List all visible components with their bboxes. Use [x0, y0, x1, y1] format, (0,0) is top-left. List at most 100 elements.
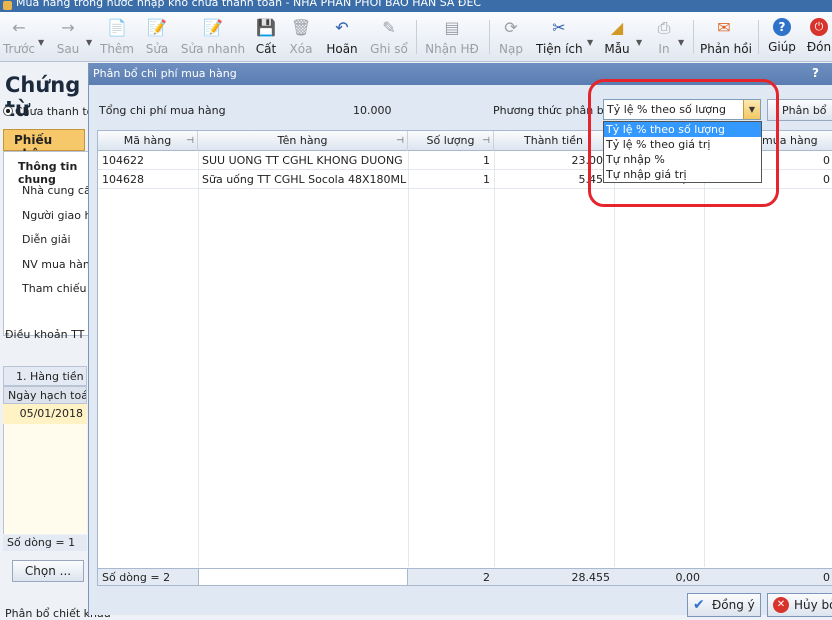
cell-amount[interactable]: 5.455 [494, 170, 614, 189]
allocation-grid: Mã hàng ⊣ Tên hàng ⊣ Số lượng ⊣ Thành tiền … [97, 130, 832, 586]
column-header-item-code[interactable]: Mã hàng ⊣ [98, 131, 198, 151]
cancel-icon: ✕ [773, 597, 789, 613]
chevron-down-icon[interactable]: ▼ [743, 100, 760, 119]
cell-item-name[interactable]: SUU UONG TT CGHL KHONG DUONG [198, 151, 408, 170]
general-info-title: Thông tin chung [18, 160, 78, 186]
radio-selected-icon [3, 106, 13, 116]
invoice-icon: ▤ [444, 18, 460, 37]
cell-quantity[interactable]: 1 [408, 151, 494, 170]
app-icon [3, 1, 12, 10]
close-form-button[interactable]: ⏻ Đón [806, 14, 832, 60]
undo-icon: ↶ [335, 18, 349, 37]
reload-icon: ⟳ [504, 18, 518, 37]
power-icon: ⏻ [810, 18, 828, 36]
template-button[interactable]: ◢ Mẫu [602, 14, 632, 60]
buyer-label: NV mua hàng [22, 258, 97, 271]
reference-label: Tham chiếu [22, 282, 87, 295]
column-header-item-name[interactable]: Tên hàng ⊣ [198, 131, 408, 151]
dialog-button-bar: ✔ Đồng ý ✕ Hủy bỏ [89, 591, 832, 617]
total-cost-value: 10.000 [353, 104, 392, 117]
cell-item-code[interactable]: 104628 [98, 170, 198, 189]
new-document-icon: 📄 [107, 18, 127, 37]
column-header-quantity[interactable]: Số lượng ⊣ [408, 131, 494, 151]
next-button[interactable]: → Sau [52, 14, 84, 60]
allocation-method-label: Phương thức phân bổ [493, 104, 611, 117]
previous-dropdown-caret-icon[interactable]: ▼ [38, 38, 44, 47]
edit-button[interactable]: 📝 Sửa [141, 14, 173, 60]
main-toolbar: ← Trước ▼ → Sau ▼ 📄 Thêm 📝 Sửa 📝 Sửa nha… [0, 12, 832, 62]
arrow-left-icon: ← [12, 18, 26, 37]
allocate-button[interactable]: Phân bổ [767, 99, 832, 121]
tab-goods-amount[interactable]: 1. Hàng tiền [3, 366, 87, 386]
allocation-method-dropdown: Tỷ lệ % theo số lượng Tỷ lệ % theo giá t… [603, 121, 762, 183]
toolbar-separator [693, 20, 694, 54]
utilities-button[interactable]: ✂ Tiện ích [536, 14, 583, 60]
footer-cost-total: 0 [823, 571, 830, 584]
envelope-icon: ✉ [717, 18, 731, 37]
previous-button[interactable]: ← Trước [2, 14, 36, 60]
template-dropdown-caret-icon[interactable]: ▼ [636, 38, 642, 47]
tools-icon: ✂ [552, 18, 566, 37]
pin-icon[interactable]: ⊣ [396, 131, 404, 151]
detail-grid-background [3, 424, 87, 534]
posting-date-header: Ngày hạch toán [3, 386, 87, 404]
load-button[interactable]: ⟳ Nạp [496, 14, 526, 60]
utilities-dropdown-caret-icon[interactable]: ▼ [587, 38, 593, 47]
toolbar-separator [489, 20, 490, 54]
posting-date-cell[interactable]: 05/01/2018 [3, 404, 87, 424]
edit-document-icon: 📝 [147, 18, 167, 37]
voucher-form-background: Chứng từ Chưa thanh toán Phiếu nhập Thôn… [0, 63, 112, 620]
cell-quantity[interactable]: 1 [408, 170, 494, 189]
description-label: Diễn giải [22, 233, 71, 246]
dialog-title-bar: Phân bổ chi phí mua hàng ? [89, 63, 832, 85]
next-dropdown-caret-icon[interactable]: ▼ [86, 38, 92, 47]
dropdown-option-by-value[interactable]: Tỷ lệ % theo giá trị [604, 137, 761, 152]
dialog-title: Phân bổ chi phí mua hàng [93, 67, 237, 80]
footer-percent-total: 0,00 [675, 571, 701, 584]
help-button[interactable]: ? Giúp [766, 14, 798, 60]
dropdown-option-by-quantity[interactable]: Tỷ lệ % theo số lượng [604, 122, 761, 137]
feedback-button[interactable]: ✉ Phản hồi [700, 14, 752, 60]
grid-column-divider [614, 151, 615, 567]
window-title-bar: Mua hàng trong nước nhập kho chưa thanh … [0, 0, 832, 12]
toolbar-separator [416, 20, 417, 54]
add-button[interactable]: 📄 Thêm [99, 14, 135, 60]
column-header-amount[interactable]: Thành tiền [494, 131, 614, 151]
quick-edit-button[interactable]: 📝 Sửa nhanh [180, 14, 246, 60]
footer-name-blank [198, 569, 408, 585]
receive-invoice-button[interactable]: ▤ Nhận HĐ [424, 14, 480, 60]
footer-quantity-total: 2 [483, 571, 490, 584]
cell-item-code[interactable]: 104622 [98, 151, 198, 170]
dropdown-option-manual-percent[interactable]: Tự nhập % [604, 152, 761, 167]
supplier-label: Nhà cung cấp [22, 184, 98, 197]
postpone-button[interactable]: ↶ Hoãn [323, 14, 361, 60]
dropdown-option-manual-value[interactable]: Tự nhập giá trị [604, 167, 761, 182]
cancel-button[interactable]: ✕ Hủy bỏ [767, 593, 832, 617]
pencil-icon: ✎ [382, 18, 396, 37]
print-button[interactable]: ⎙ In [654, 14, 674, 60]
pin-icon[interactable]: ⊣ [482, 131, 490, 151]
grid-column-divider [494, 151, 495, 567]
post-ledger-button[interactable]: ✎ Ghi sổ [368, 14, 410, 60]
tab-receipt[interactable]: Phiếu nhập [3, 129, 85, 161]
arrow-right-icon: → [61, 18, 75, 37]
delete-button[interactable]: 🗑 Xóa [286, 14, 316, 60]
allocation-method-select[interactable]: Tỷ lệ % theo số lượng ▼ [603, 99, 761, 120]
dialog-help-icon[interactable]: ? [812, 66, 819, 80]
pin-icon[interactable]: ⊣ [186, 131, 194, 151]
cell-item-name[interactable]: Sữa uống TT CGHL Socola 48X180ML [198, 170, 408, 189]
window-title: Mua hàng trong nước nhập kho chưa thanh … [16, 0, 482, 9]
cell-amount[interactable]: 23.000 [494, 151, 614, 170]
help-icon: ? [773, 18, 791, 36]
print-dropdown-caret-icon[interactable]: ▼ [678, 38, 684, 47]
ok-button[interactable]: ✔ Đồng ý [687, 593, 761, 617]
general-info-panel: Thông tin chung Nhà cung cấp Người giao … [3, 151, 112, 336]
save-button[interactable]: 💾 Cất [252, 14, 280, 60]
footer-row-count: Số dòng = 2 [102, 571, 171, 584]
checkmark-icon: ✔ [693, 597, 705, 613]
total-cost-label: Tổng chi phí mua hàng [99, 104, 226, 117]
footer-amount-total: 28.455 [571, 571, 611, 584]
choose-button[interactable]: Chọn ... [12, 560, 84, 582]
template-icon: ◢ [610, 18, 624, 37]
save-icon: 💾 [256, 18, 276, 37]
